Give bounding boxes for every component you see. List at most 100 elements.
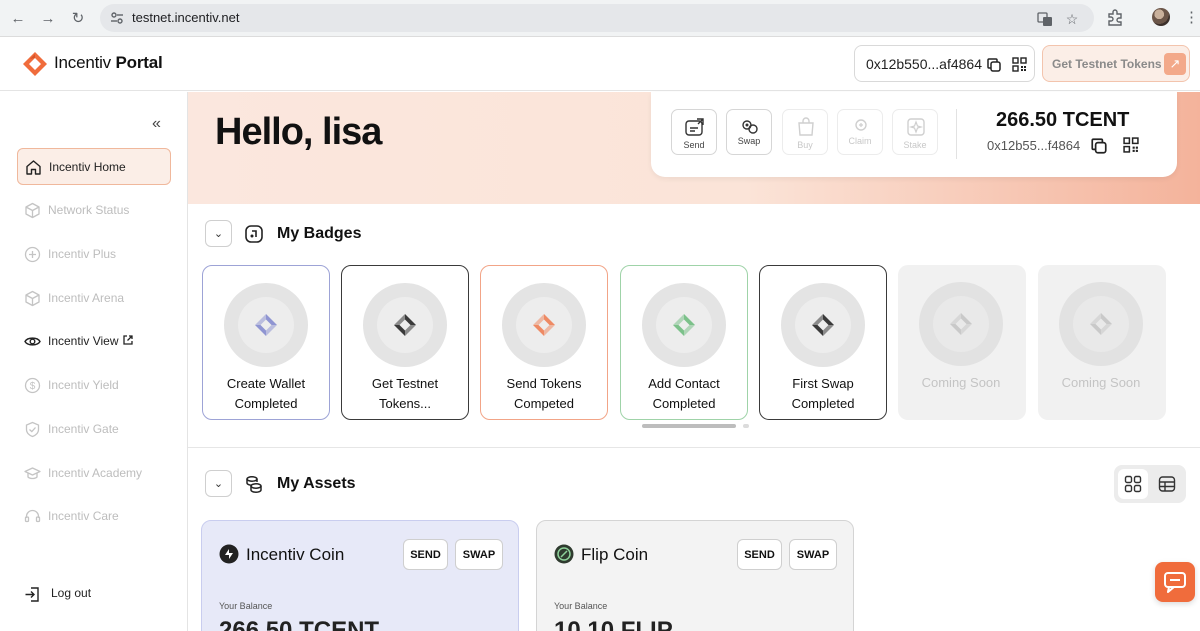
grid-view-icon[interactable] xyxy=(1118,469,1148,499)
badge-card[interactable]: Get Testnet Tokens... xyxy=(341,265,469,420)
sidebar-item-label: Incentiv View xyxy=(48,334,119,348)
badge-card[interactable]: Send Tokens Competed xyxy=(480,265,608,420)
sidebar-item-home[interactable]: Incentiv Home xyxy=(17,148,171,185)
carousel-scroll-thumb[interactable] xyxy=(642,424,736,428)
swap-button[interactable]: SWAP xyxy=(455,539,503,570)
send-button[interactable]: SEND xyxy=(403,539,448,570)
bookmark-star-icon[interactable]: ☆ xyxy=(1064,11,1080,27)
asset-card-incentiv-coin[interactable]: Incentiv Coin SEND SWAP Your Balance 266… xyxy=(201,520,519,631)
send-icon xyxy=(685,118,704,136)
badge-card[interactable]: First Swap Completed xyxy=(759,265,887,420)
flip-coin-icon xyxy=(554,544,574,564)
table-view-icon[interactable] xyxy=(1152,469,1182,499)
wallet-address: 0x12b550...af4864 xyxy=(866,56,982,72)
sidebar-item-incentiv-view[interactable]: Incentiv View xyxy=(17,323,171,360)
app-logo-text[interactable]: Incentiv Portal xyxy=(54,53,163,73)
sidebar-item-label: Incentiv Arena xyxy=(48,291,125,305)
qr-code-icon[interactable] xyxy=(1123,137,1139,153)
badge-status: Completed xyxy=(652,396,716,411)
browser-menu-icon[interactable]: ⋮ xyxy=(1184,8,1199,28)
send-action-label: Send xyxy=(683,140,705,150)
badge-medallion xyxy=(642,283,726,367)
extensions-icon[interactable] xyxy=(1106,8,1124,26)
qr-code-icon[interactable] xyxy=(1012,57,1027,72)
cube-icon xyxy=(25,202,40,219)
site-settings-icon[interactable] xyxy=(110,11,124,25)
swap-action-button[interactable]: Swap xyxy=(726,109,772,155)
support-chat-button[interactable] xyxy=(1155,562,1195,602)
get-testnet-tokens-button[interactable]: Get Testnet Tokens ↗ xyxy=(1042,45,1190,82)
claim-action-button[interactable]: Claim xyxy=(837,109,883,155)
divider xyxy=(956,109,957,159)
assets-section-title: My Assets xyxy=(277,475,356,492)
sidebar: « Incentiv Home Network Status Incentiv … xyxy=(0,92,188,631)
forward-icon[interactable]: → xyxy=(38,8,58,28)
badge-status: Completed xyxy=(234,396,298,411)
send-action-button[interactable]: Send xyxy=(671,109,717,155)
sidebar-item-incentiv-plus[interactable]: Incentiv Plus xyxy=(17,236,171,273)
badge-card[interactable]: Create Wallet Completed xyxy=(202,265,330,420)
incentiv-logo-icon[interactable] xyxy=(22,51,48,77)
logout-label: Log out xyxy=(51,586,92,600)
view-toggle xyxy=(1114,465,1186,503)
badge-card-coming-soon[interactable]: Coming Soon xyxy=(1038,265,1166,420)
sidebar-item-incentiv-gate[interactable]: Incentiv Gate xyxy=(17,411,171,448)
balance-value: 266.50 TCENT xyxy=(219,617,380,631)
incentiv-badge-icon xyxy=(394,314,416,336)
badge-label: Coming Soon xyxy=(1044,373,1158,393)
incentiv-badge-icon xyxy=(533,314,555,336)
sidebar-item-network-status[interactable]: Network Status xyxy=(17,192,171,229)
stake-action-button[interactable]: Stake xyxy=(892,109,938,155)
logout-button[interactable]: Log out xyxy=(24,584,144,604)
sidebar-item-incentiv-care[interactable]: Incentiv Care xyxy=(17,498,171,535)
badge-card[interactable]: Add Contact Completed xyxy=(620,265,748,420)
badge-medallion xyxy=(363,283,447,367)
get-testnet-tokens-label: Get Testnet Tokens xyxy=(1052,57,1162,71)
sidebar-item-incentiv-yield[interactable]: $ Incentiv Yield xyxy=(17,367,171,404)
carousel-scroll-track[interactable] xyxy=(743,424,749,428)
address-bar[interactable]: testnet.incentiv.net ☆ xyxy=(100,4,1094,32)
hero-banner: Hello, lisa Send Swap Buy Claim Stake 26… xyxy=(188,92,1200,204)
balance-card: Send Swap Buy Claim Stake 266.50 TCENT 0… xyxy=(651,92,1177,177)
claim-action-label: Claim xyxy=(848,136,872,146)
badge-card-coming-soon[interactable]: Coming Soon xyxy=(898,265,1026,420)
buy-action-button[interactable]: Buy xyxy=(782,109,828,155)
badge-medallion xyxy=(919,282,1003,366)
reload-icon[interactable]: ↻ xyxy=(68,8,88,28)
badge-label: Get Testnet Tokens... xyxy=(348,374,462,414)
translate-icon[interactable] xyxy=(1037,11,1053,27)
sidebar-item-incentiv-arena[interactable]: Incentiv Arena xyxy=(17,280,171,317)
badge-title: Send Tokens xyxy=(506,376,582,391)
sidebar-item-incentiv-academy[interactable]: Incentiv Academy xyxy=(17,455,171,492)
copy-icon[interactable] xyxy=(1090,137,1108,155)
badge-title: Coming Soon xyxy=(921,375,1001,390)
app-header: Incentiv Portal 0x12b550...af4864 Get Te… xyxy=(0,37,1200,91)
back-icon[interactable]: ← xyxy=(8,8,28,28)
url-text[interactable]: testnet.incentiv.net xyxy=(132,10,239,25)
asset-card-flip-coin[interactable]: Flip Coin SEND SWAP Your Balance 10.10 F… xyxy=(536,520,854,631)
sidebar-item-label: Incentiv Home xyxy=(49,160,126,174)
logo-text-bold: Portal xyxy=(115,53,163,72)
plus-circle-icon xyxy=(24,246,41,263)
incentiv-badge-icon xyxy=(1090,313,1112,335)
profile-avatar[interactable] xyxy=(1152,8,1170,26)
dollar-icon: $ xyxy=(24,377,41,394)
sidebar-item-label: Incentiv Yield xyxy=(48,378,119,392)
swap-icon xyxy=(742,120,758,134)
coin-name: Incentiv Coin xyxy=(246,545,345,564)
incentiv-coin-icon xyxy=(219,544,239,564)
swap-button[interactable]: SWAP xyxy=(789,539,837,570)
badges-section-title: My Badges xyxy=(277,225,362,242)
chevron-down-icon[interactable]: ⌄ xyxy=(205,220,232,247)
chevron-down-icon[interactable]: ⌄ xyxy=(205,470,232,497)
section-divider xyxy=(188,447,1200,448)
collapse-sidebar-icon[interactable]: « xyxy=(152,116,168,132)
stake-icon xyxy=(907,118,925,136)
short-wallet-address: 0x12b55...f4864 xyxy=(987,138,1081,153)
send-button[interactable]: SEND xyxy=(737,539,782,570)
cube-icon xyxy=(25,290,40,307)
badge-label: First Swap Completed xyxy=(766,374,880,414)
graduation-cap-icon xyxy=(24,467,41,480)
copy-icon[interactable] xyxy=(986,57,1002,73)
balance-value: 10.10 FLIP xyxy=(554,617,673,631)
